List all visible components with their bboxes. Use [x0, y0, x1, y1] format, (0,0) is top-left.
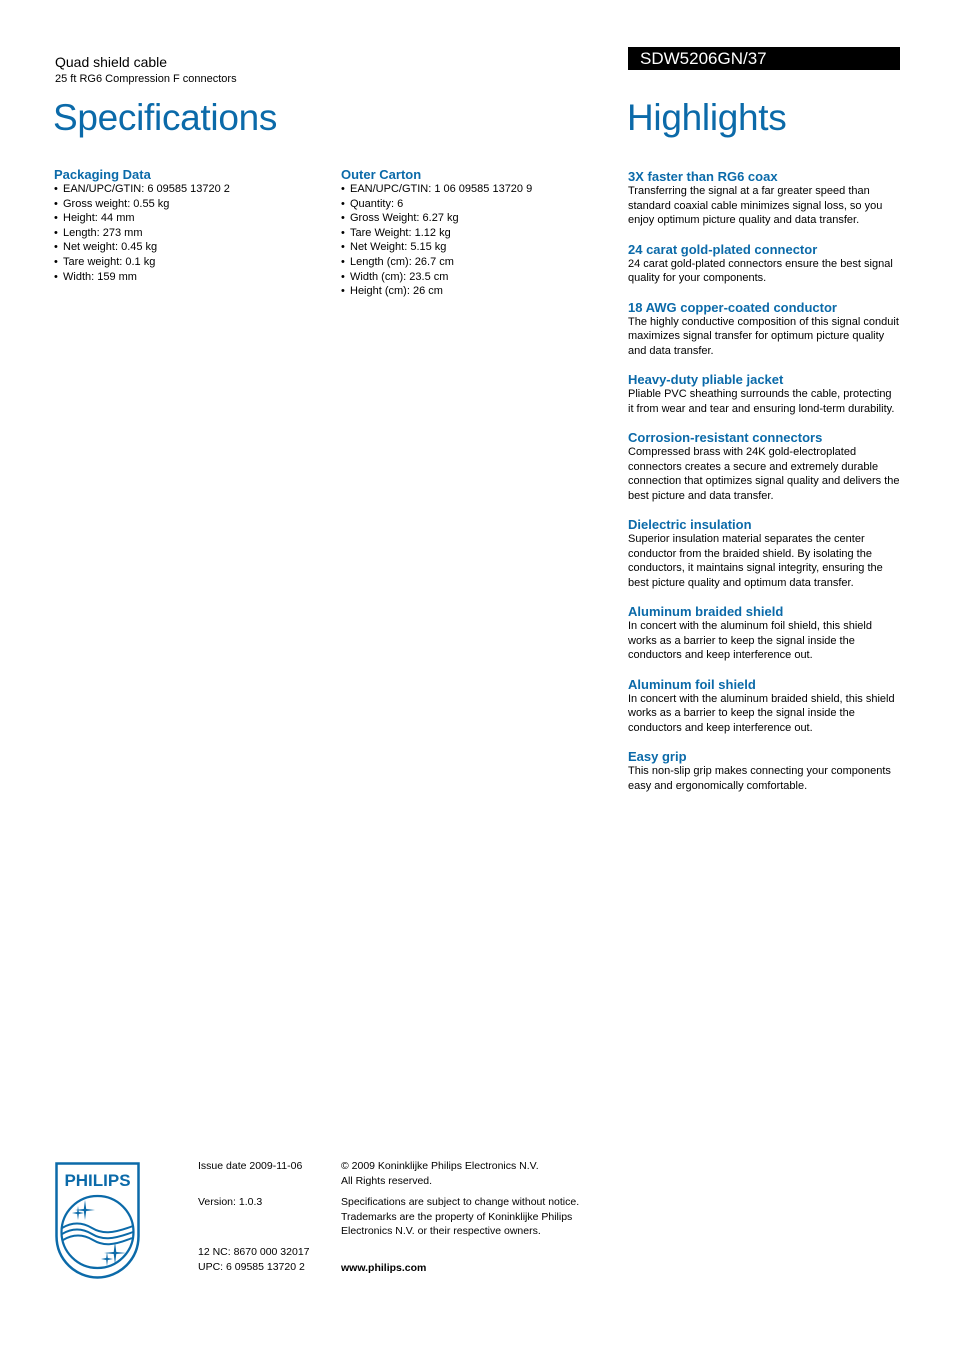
- spec-item: EAN/UPC/GTIN: 1 06 09585 13720 9: [341, 182, 601, 197]
- highlight-text: In concert with the aluminum braided shi…: [628, 692, 895, 734]
- spec-section-outer-carton: Outer Carton EAN/UPC/GTIN: 1 06 09585 13…: [341, 167, 601, 299]
- highlight-text: Transferring the signal at a far greater…: [628, 185, 883, 226]
- highlight-item: 3X faster than RG6 coax Transferring the…: [628, 169, 900, 228]
- spec-item: Height (cm): 26 cm: [341, 284, 601, 299]
- disclaimer-line: Electronics N.V. or their respective own…: [341, 1225, 541, 1237]
- specifications-title: Specifications: [53, 97, 278, 138]
- spec-item: Gross weight: 0.55 kg: [54, 197, 314, 212]
- spec-section-packaging-data: Packaging Data EAN/UPC/GTIN: 6 09585 137…: [54, 167, 314, 284]
- highlight-item: Heavy-duty pliable jacket Pliable PVC sh…: [628, 372, 900, 416]
- product-name: Quad shield cable: [55, 54, 168, 70]
- highlights-list: 3X faster than RG6 coax Transferring the…: [628, 169, 900, 807]
- spec-item: Width: 159 mm: [54, 270, 314, 285]
- highlight-text: Pliable PVC sheathing surrounds the cabl…: [628, 388, 895, 415]
- highlight-item: Corrosion-resistant connectors Compresse…: [628, 430, 900, 503]
- issue-date: Issue date 2009-11-06: [198, 1160, 303, 1172]
- version: Version: 1.0.3: [198, 1195, 263, 1208]
- highlight-heading: Corrosion-resistant connectors: [628, 430, 823, 445]
- copyright-line: © 2009 Koninklijke Philips Electronics N…: [341, 1160, 539, 1172]
- spec-item: Tare weight: 0.1 kg: [54, 255, 314, 270]
- spec-item: Width (cm): 23.5 cm: [341, 270, 601, 285]
- model-number-bar: SDW5206GN/37: [628, 47, 900, 70]
- spec-section-heading: Packaging Data: [54, 167, 151, 182]
- logo-wordmark: PHILIPS: [64, 1171, 130, 1190]
- highlight-text: In concert with the aluminum foil shield…: [628, 620, 872, 661]
- highlight-heading: 18 AWG copper-coated conductor: [628, 299, 837, 315]
- highlight-heading: 3X faster than RG6 coax: [628, 169, 778, 184]
- nc-code: 12 NC: 8670 000 32017: [198, 1246, 310, 1258]
- highlight-text: Compressed brass with 24K gold-electropl…: [628, 446, 900, 502]
- philips-shield-logo-icon: PHILIPS: [55, 1162, 140, 1279]
- highlight-item: Dielectric insulation Superior insulatio…: [628, 517, 900, 590]
- disclaimer-line: Trademarks are the property of Koninklij…: [341, 1210, 573, 1223]
- spec-item: EAN/UPC/GTIN: 6 09585 13720 2: [54, 182, 314, 197]
- footer-meta: Issue date 2009-11-06 Version: 1.0.3 12 …: [198, 1159, 338, 1274]
- highlight-item: Aluminum braided shield In concert with …: [628, 604, 900, 663]
- highlight-heading: Easy grip: [628, 749, 687, 764]
- highlight-item: 24 carat gold-plated connector 24 carat …: [628, 242, 900, 286]
- spec-list: EAN/UPC/GTIN: 1 06 09585 13720 9 Quantit…: [341, 182, 601, 299]
- highlight-item: Easy grip This non-slip grip makes conne…: [628, 749, 900, 793]
- highlight-heading: 24 carat gold-plated connector: [628, 241, 818, 257]
- spec-item: Height: 44 mm: [54, 211, 314, 226]
- upc-code: UPC: 6 09585 13720 2: [198, 1260, 305, 1273]
- highlight-heading: Aluminum braided shield: [628, 604, 784, 619]
- spec-item: Quantity: 6: [341, 197, 601, 212]
- highlight-text: Superior insulation material separates t…: [628, 533, 883, 589]
- highlight-item: 18 AWG copper-coated conductor The highl…: [628, 300, 900, 359]
- spec-list: EAN/UPC/GTIN: 6 09585 13720 2 Gross weig…: [54, 182, 314, 284]
- highlight-text: 24 carat gold-plated connectors ensure t…: [628, 257, 893, 285]
- spec-item: Gross Weight: 6.27 kg: [341, 211, 601, 226]
- copyright-line: All Rights reserved.: [341, 1174, 433, 1187]
- footer-legal: © 2009 Koninklijke Philips Electronics N…: [341, 1159, 611, 1275]
- website-link[interactable]: www.philips.com: [341, 1261, 611, 1276]
- highlight-heading: Dielectric insulation: [628, 517, 752, 532]
- highlight-text: This non-slip grip makes connecting your…: [628, 765, 891, 792]
- disclaimer-line: Specifications are subject to change wit…: [341, 1196, 580, 1208]
- spec-item: Length: 273 mm: [54, 226, 314, 241]
- highlight-item: Aluminum foil shield In concert with the…: [628, 677, 900, 736]
- highlight-heading: Aluminum foil shield: [628, 676, 756, 692]
- product-subtitle: 25 ft RG6 Compression F connectors: [55, 73, 237, 85]
- spec-item: Net Weight: 5.15 kg: [341, 240, 601, 255]
- spec-item: Net weight: 0.45 kg: [54, 240, 314, 255]
- spec-item: Length (cm): 26.7 cm: [341, 255, 601, 270]
- highlight-text: The highly conductive composition of thi…: [628, 315, 899, 357]
- highlight-heading: Heavy-duty pliable jacket: [628, 372, 784, 387]
- spec-section-heading: Outer Carton: [341, 167, 422, 182]
- spec-item: Tare Weight: 1.12 kg: [341, 226, 601, 241]
- highlights-title: Highlights: [627, 97, 787, 138]
